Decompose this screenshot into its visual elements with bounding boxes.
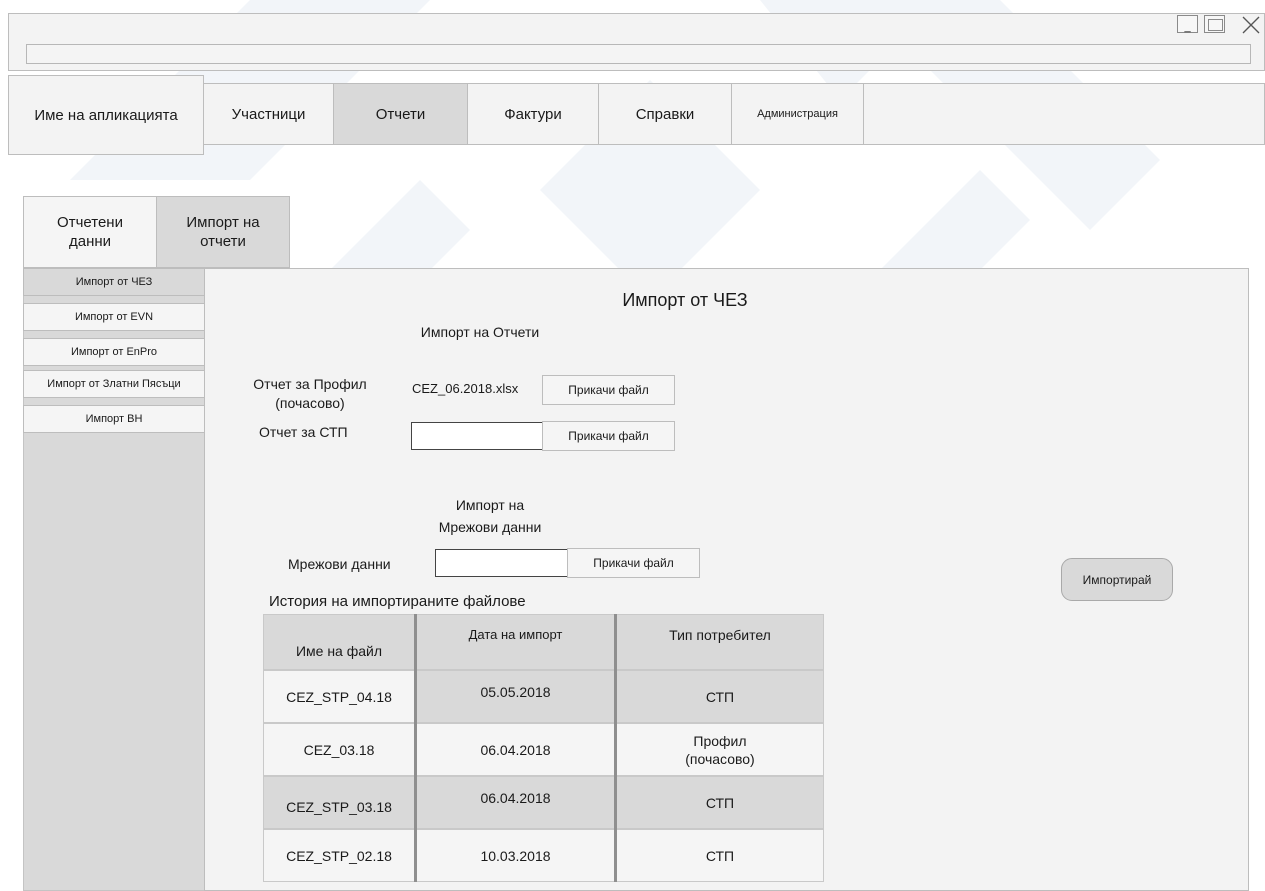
sidebar-item-import-zlatni-pyasatsi[interactable]: Импорт от Златни Пясъци (23, 370, 205, 398)
nav-item-participants[interactable]: Участници (203, 83, 334, 145)
tab-import-reports-line2: отчети (200, 233, 246, 250)
table-row-3-file: CEZ_STP_03.18 (263, 776, 415, 829)
nav-item-administration[interactable]: Администрация (731, 83, 864, 145)
attach-network-button[interactable]: Прикачи файл (567, 548, 700, 578)
nav-item-reports[interactable]: Отчети (333, 83, 468, 145)
minimize-button[interactable]: _ (1177, 15, 1198, 33)
network-file-field[interactable] (435, 549, 568, 577)
sidebar-item-import-evn[interactable]: Импорт от EVN (23, 303, 205, 331)
profile-report-label: Отчет за Профил (почасово) (240, 375, 380, 413)
import-button[interactable]: Импортирай (1061, 558, 1173, 601)
nav-item-queries[interactable]: Справки (598, 83, 732, 145)
reports-section-heading: Импорт на Отчети (420, 324, 540, 340)
stp-report-label: Отчет за СТП (259, 424, 348, 440)
history-table: Име на файл Дата на импорт Тип потребите… (263, 614, 824, 882)
table-row-1-date: 05.05.2018 (415, 670, 616, 723)
sidebar-item-import-enpro[interactable]: Импорт от EnPro (23, 338, 205, 366)
table-row-3-date: 06.04.2018 (415, 776, 616, 829)
tab-reported-data-line2: данни (68, 233, 112, 250)
column-divider-2[interactable] (614, 614, 617, 882)
table-row-2-type: Профил (почасово) (616, 723, 824, 776)
table-row-4-file: CEZ_STP_02.18 (263, 829, 415, 882)
tab-reported-data[interactable]: Отчетени данни (23, 196, 157, 268)
table-row-2-date: 06.04.2018 (415, 723, 616, 776)
tab-import-reports-line1: Импорт на (186, 214, 260, 231)
history-title: История на импортираните файлове (269, 593, 526, 610)
network-section-heading-line1: Импорт на (455, 497, 525, 513)
network-section-heading-line2: Мрежови данни (438, 519, 542, 535)
app-name: Име на апликацията (8, 75, 204, 155)
table-row-1-type: СТП (616, 670, 824, 723)
page-title: Импорт от ЧЕЗ (622, 290, 748, 310)
column-header-type[interactable]: Тип потребител (616, 614, 824, 670)
table-row-2-type-line2: (почасово) (685, 750, 755, 767)
profile-report-filename: CEZ_06.2018.xlsx (412, 381, 519, 396)
table-row-4-type: СТП (616, 829, 824, 882)
table-row-1-type-line1: СТП (705, 688, 735, 705)
table-row-3-type: СТП (616, 776, 824, 829)
column-divider-1[interactable] (414, 614, 417, 882)
stp-file-field[interactable] (411, 422, 544, 450)
tab-import-reports[interactable]: Импорт на отчети (156, 196, 290, 268)
attach-stp-button[interactable]: Прикачи файл (542, 421, 675, 451)
table-row-4-date: 10.03.2018 (415, 829, 616, 882)
network-section-heading: Импорт на Мрежови данни (390, 494, 590, 538)
close-icon (1242, 16, 1260, 34)
maximize-icon (1208, 19, 1223, 31)
column-header-date[interactable]: Дата на импорт (415, 614, 616, 670)
tab-reported-data-line1: Отчетени (57, 214, 123, 231)
profile-report-label-line1: Отчет за Профил (253, 376, 367, 392)
column-header-file[interactable]: Име на файл (263, 614, 415, 670)
network-data-label: Мрежови данни (288, 556, 391, 572)
table-row-4-type-line1: СТП (705, 847, 735, 864)
sidebar-item-import-cez[interactable]: Импорт от ЧЕЗ (23, 268, 205, 296)
close-button[interactable] (1237, 15, 1265, 34)
table-row-2-type-line1: Профил (693, 732, 747, 749)
nav-item-invoices[interactable]: Фактури (467, 83, 599, 145)
table-row-1-file: CEZ_STP_04.18 (263, 670, 415, 723)
address-bar[interactable] (26, 44, 1251, 64)
minimize-icon: _ (1184, 21, 1191, 33)
profile-report-label-line2: (почасово) (275, 395, 345, 411)
table-row-2-file: CEZ_03.18 (263, 723, 415, 776)
sidebar-item-import-vn[interactable]: Импорт ВН (23, 405, 205, 433)
attach-profile-button[interactable]: Прикачи файл (542, 375, 675, 405)
table-row-3-type-line1: СТП (705, 794, 735, 811)
maximize-button[interactable] (1204, 15, 1225, 33)
